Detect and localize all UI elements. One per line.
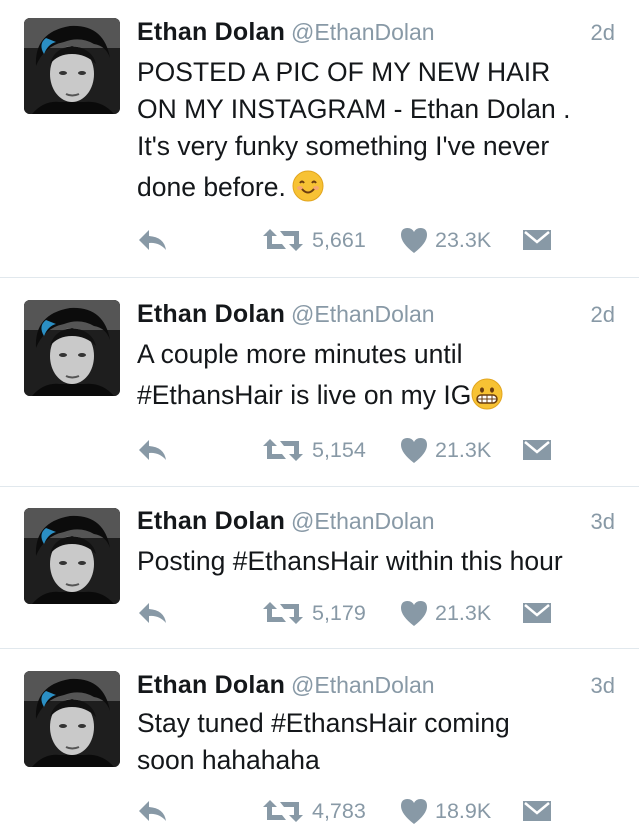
tweet[interactable]: Ethan Dolan @EthanDolan 2d POSTED A PIC O… [0, 0, 639, 278]
tweet-actions: 5,661 23.3K [137, 220, 607, 260]
direct-message-button[interactable] [522, 220, 552, 260]
smiling-face-icon [292, 170, 324, 202]
tweet-text-line: It's very funky something I've never [137, 131, 550, 161]
heart-icon [401, 228, 427, 253]
timestamp[interactable]: 3d [591, 509, 615, 535]
tweet-actions: 4,783 18.9K [137, 791, 607, 831]
grimacing-face-icon [471, 378, 503, 410]
avatar[interactable] [24, 300, 120, 396]
like-button[interactable]: 21.3K [399, 430, 491, 470]
tweet-text: POSTED A PIC OF MY NEW HAIR ON MY INSTAG… [137, 54, 622, 206]
like-button[interactable]: 18.9K [399, 791, 491, 831]
reply-button[interactable] [137, 430, 169, 470]
like-button[interactable]: 21.3K [399, 593, 491, 633]
like-button[interactable]: 23.3K [399, 220, 491, 260]
like-count: 18.9K [435, 798, 492, 823]
tweet-text-row: done before. [137, 169, 622, 206]
tweet-text-line: Stay tuned #EthansHair coming [137, 708, 510, 738]
reply-icon [139, 603, 166, 623]
tweet[interactable]: Ethan Dolan @EthanDolan 2d A couple more … [0, 278, 639, 487]
tweet-text-line: A couple more minutes until [137, 339, 463, 369]
tweet-text-line: Posting #EthansHair within this hour [137, 546, 563, 576]
avatar[interactable] [24, 671, 120, 767]
tweet-actions: 5,154 21.3K [137, 430, 607, 470]
tweet-text: Posting #EthansHair within this hour [137, 543, 627, 580]
retweet-count: 5,154 [312, 437, 366, 462]
avatar[interactable] [24, 508, 120, 604]
display-name[interactable]: Ethan Dolan [137, 671, 285, 699]
retweet-icon [263, 439, 303, 461]
tweet-text: A couple more minutes until #EthansHair … [137, 336, 622, 414]
user-handle[interactable]: @EthanDolan [291, 301, 435, 327]
reply-icon [139, 230, 166, 250]
direct-message-button[interactable] [522, 593, 552, 633]
reply-icon [139, 440, 166, 460]
tweet-text-line: done before. [137, 172, 286, 202]
tweet-header: Ethan Dolan @EthanDolan 2d [137, 18, 615, 48]
retweet-count: 4,783 [312, 798, 366, 823]
user-handle[interactable]: @EthanDolan [291, 19, 435, 45]
tweet-text-line: soon hahahaha [137, 745, 320, 775]
retweet-button[interactable]: 5,154 [262, 430, 366, 470]
avatar[interactable] [24, 18, 120, 114]
tweet[interactable]: Ethan Dolan @EthanDolan 3d Posting #Ethan… [0, 487, 639, 649]
reply-icon [139, 801, 166, 821]
tweet-header: Ethan Dolan @EthanDolan 2d [137, 300, 615, 330]
reply-button[interactable] [137, 791, 169, 831]
retweet-count: 5,661 [312, 227, 366, 252]
retweet-button[interactable]: 4,783 [262, 791, 366, 831]
tweet-header: Ethan Dolan @EthanDolan 3d [137, 671, 615, 701]
like-count: 23.3K [435, 227, 492, 252]
heart-icon [401, 799, 427, 824]
timestamp[interactable]: 3d [591, 673, 615, 699]
display-name[interactable]: Ethan Dolan [137, 300, 285, 328]
tweet-text-line: #EthansHair is live on my IG [137, 380, 472, 410]
envelope-icon [523, 801, 551, 821]
tweet-text-line: ON MY INSTAGRAM - Ethan Dolan . [137, 94, 571, 124]
retweet-icon [263, 800, 303, 822]
display-name[interactable]: Ethan Dolan [137, 507, 285, 535]
like-count: 21.3K [435, 437, 492, 462]
direct-message-button[interactable] [522, 791, 552, 831]
heart-icon [401, 601, 427, 626]
heart-icon [401, 438, 427, 463]
tweet-feed: Ethan Dolan @EthanDolan 2d POSTED A PIC O… [0, 0, 639, 825]
tweet-text-line: POSTED A PIC OF MY NEW HAIR [137, 57, 551, 87]
user-handle[interactable]: @EthanDolan [291, 672, 435, 698]
envelope-icon [523, 440, 551, 460]
tweet-text-row: #EthansHair is live on my IG [137, 377, 622, 414]
retweet-count: 5,179 [312, 600, 366, 625]
tweet-text: Stay tuned #EthansHair coming soon hahah… [137, 705, 622, 779]
timestamp[interactable]: 2d [591, 20, 615, 46]
reply-button[interactable] [137, 593, 169, 633]
retweet-icon [263, 602, 303, 624]
display-name[interactable]: Ethan Dolan [137, 18, 285, 46]
tweet-header: Ethan Dolan @EthanDolan 3d [137, 507, 615, 537]
envelope-icon [523, 603, 551, 623]
timestamp[interactable]: 2d [591, 302, 615, 328]
tweet[interactable]: Ethan Dolan @EthanDolan 3d Stay tuned #Et… [0, 649, 639, 825]
envelope-icon [523, 230, 551, 250]
tweet-actions: 5,179 21.3K [137, 593, 607, 633]
like-count: 21.3K [435, 600, 492, 625]
user-handle[interactable]: @EthanDolan [291, 508, 435, 534]
retweet-button[interactable]: 5,179 [262, 593, 366, 633]
retweet-icon [263, 229, 303, 251]
reply-button[interactable] [137, 220, 169, 260]
direct-message-button[interactable] [522, 430, 552, 470]
retweet-button[interactable]: 5,661 [262, 220, 366, 260]
